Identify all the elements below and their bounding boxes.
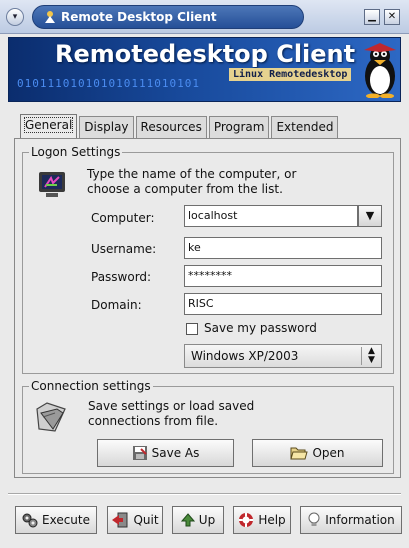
lightbulb-icon: [308, 512, 320, 526]
window-title-pill[interactable]: Remote Desktop Client: [32, 5, 304, 29]
username-field[interactable]: ke: [184, 237, 382, 259]
banner-title: Remotedesktop Client: [55, 40, 356, 68]
close-button[interactable]: ✕: [384, 9, 400, 25]
open-folder-icon: [290, 447, 309, 460]
tab-program[interactable]: Program: [208, 116, 270, 138]
quit-button[interactable]: Quit: [107, 506, 163, 534]
help-lifebuoy-icon: [239, 513, 254, 527]
computer-label: Computer:: [91, 211, 155, 225]
window-menu-button[interactable]: ▾: [6, 8, 24, 26]
connection-description-line2: connections from file.: [88, 414, 219, 428]
spin-arrows-icon: ▲ ▼: [361, 347, 381, 365]
execute-gears-icon: [22, 513, 38, 528]
footer-separator: [8, 493, 401, 495]
open-label: Open: [312, 446, 345, 460]
tab-extended[interactable]: Extended: [271, 116, 339, 138]
save-as-button[interactable]: Save As: [97, 439, 234, 467]
app-icon: [45, 11, 55, 23]
save-password-checkbox[interactable]: [186, 323, 198, 335]
os-version-value: Windows XP/2003: [191, 349, 299, 363]
computer-combo-entry[interactable]: localhost: [184, 205, 358, 227]
information-button[interactable]: Information: [300, 506, 402, 534]
logon-settings-group: Logon Settings Type the name of the comp…: [22, 145, 394, 374]
header-banner: 010111010101010111010101 Remotedesktop C…: [8, 37, 401, 102]
save-as-label: Save As: [151, 446, 200, 460]
logon-settings-legend: Logon Settings: [29, 145, 123, 159]
password-label: Password:: [91, 270, 152, 284]
quit-label: Quit: [133, 513, 159, 527]
open-button[interactable]: Open: [252, 439, 383, 467]
execute-button[interactable]: Execute: [15, 506, 97, 534]
save-password-label[interactable]: Save my password: [204, 321, 317, 335]
computer-dropdown-button[interactable]: ▼: [358, 205, 382, 227]
logon-description-line1: Type the name of the computer, or: [87, 167, 297, 181]
execute-label: Execute: [42, 513, 90, 527]
save-disk-icon: [132, 446, 147, 460]
password-field[interactable]: ********: [184, 265, 382, 287]
connection-description-line1: Save settings or load saved: [88, 399, 255, 413]
penguin-logo-icon: [364, 43, 396, 98]
arrow-up-icon: [180, 513, 195, 527]
domain-label: Domain:: [91, 298, 142, 312]
up-label: Up: [198, 513, 216, 527]
minimize-button[interactable]: ▁: [364, 9, 380, 25]
help-label: Help: [258, 513, 286, 527]
title-bar: ▾ Remote Desktop Client ▁ ✕: [0, 0, 409, 34]
connection-settings-legend: Connection settings: [29, 379, 153, 393]
help-button[interactable]: Help: [233, 506, 291, 534]
os-version-select[interactable]: Windows XP/2003 ▲ ▼: [184, 344, 382, 368]
exit-door-icon: [112, 512, 128, 528]
tab-general[interactable]: General: [20, 114, 78, 138]
username-label: Username:: [91, 242, 157, 256]
information-label: Information: [325, 513, 395, 527]
banner-subtitle: Linux Remotedesktop: [229, 68, 352, 81]
tab-page-general: Logon Settings Type the name of the comp…: [14, 138, 401, 478]
connection-settings-group: Connection settings Save settings or loa…: [22, 379, 394, 474]
folder-icon: [36, 402, 66, 432]
window-title: Remote Desktop Client: [61, 10, 217, 24]
domain-field[interactable]: RISC: [184, 293, 382, 315]
triangle-down-icon: ▼: [365, 209, 375, 222]
tab-display[interactable]: Display: [79, 116, 134, 138]
tab-resources[interactable]: Resources: [135, 116, 207, 138]
tab-bar: General Display Resources Program Extend…: [20, 114, 340, 138]
computer-icon: [39, 172, 65, 197]
up-button[interactable]: Up: [172, 506, 224, 534]
banner-binary-text: 010111010101010111010101: [17, 77, 200, 90]
logon-description-line2: choose a computer from the list.: [87, 182, 283, 196]
